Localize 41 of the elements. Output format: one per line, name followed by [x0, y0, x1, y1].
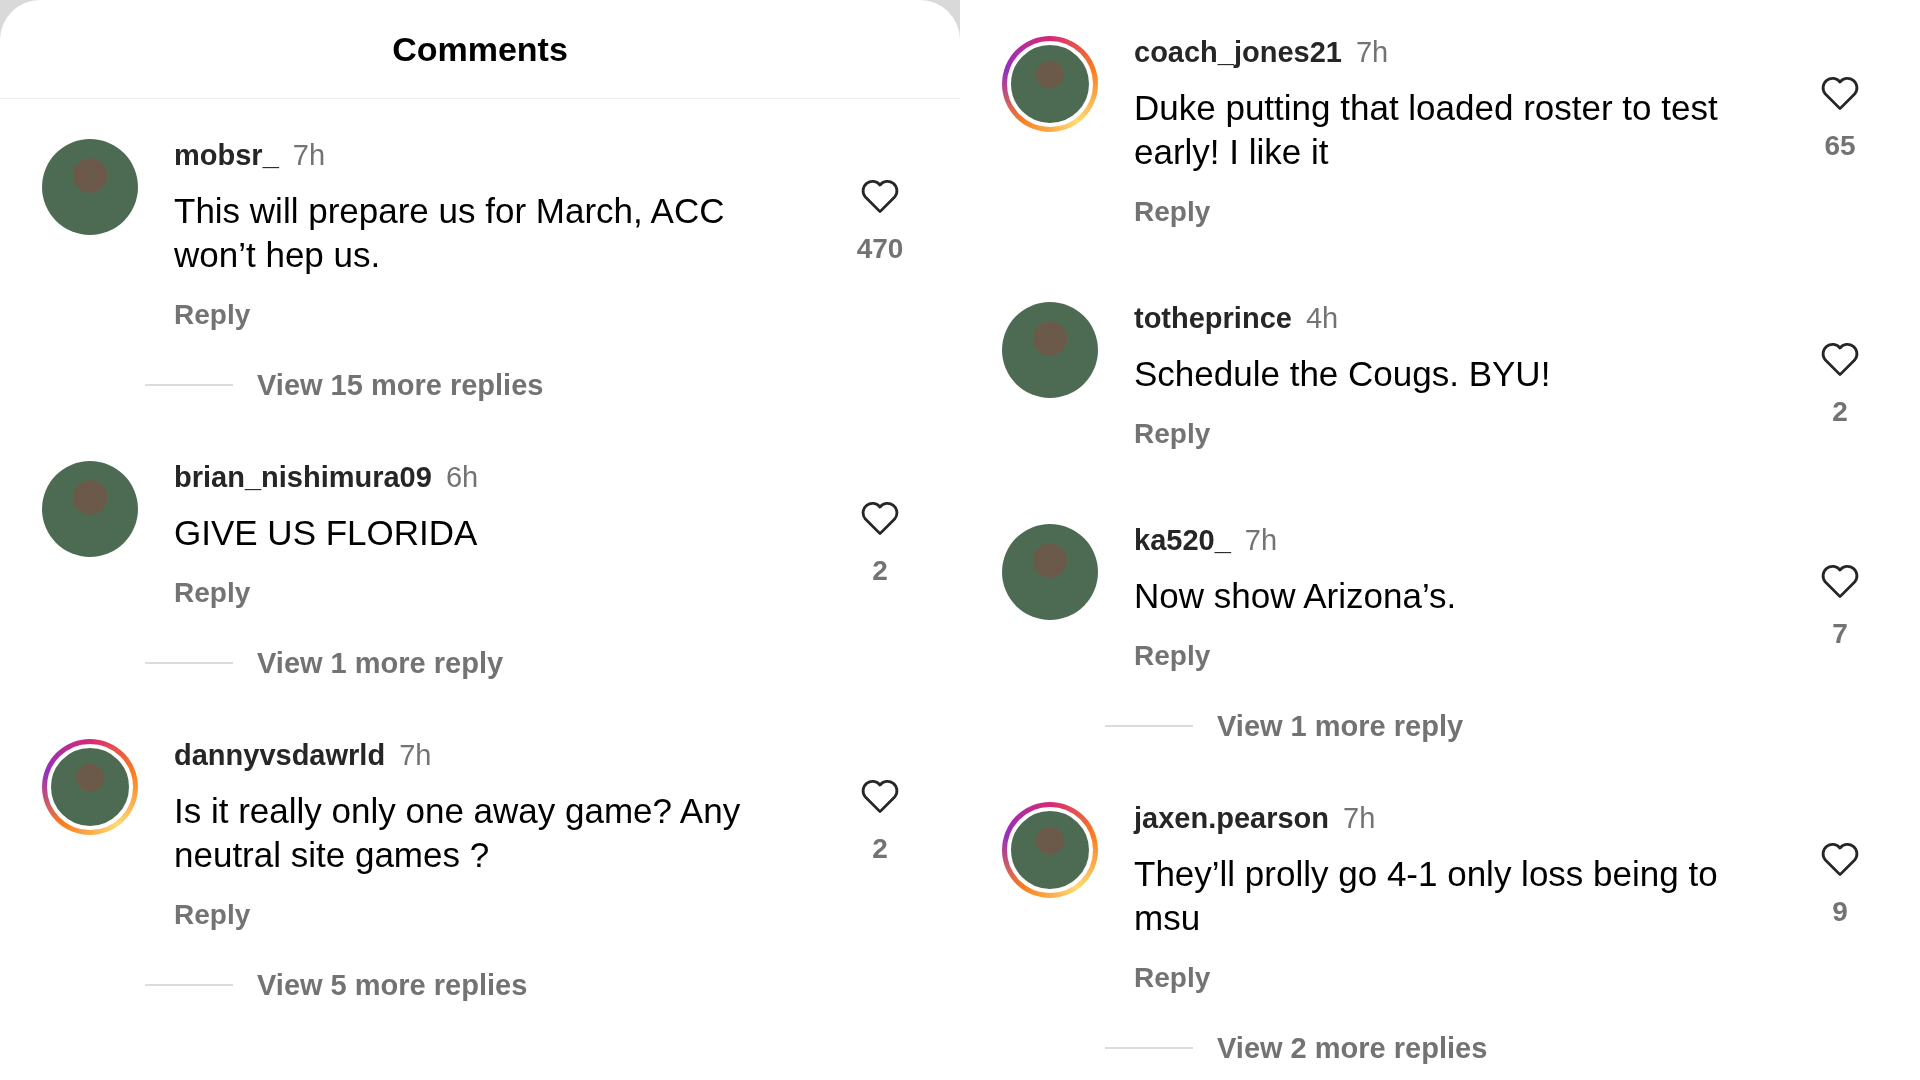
- view-replies-link[interactable]: View 1 more reply: [257, 643, 504, 683]
- view-replies-link[interactable]: View 1 more reply: [1217, 706, 1464, 746]
- comment-time: 4h: [1305, 302, 1339, 335]
- like-count: 7: [1832, 618, 1848, 650]
- comment-text: This will prepare us for March, ACC won’t hep us.: [174, 190, 726, 276]
- like-count: 470: [856, 233, 904, 265]
- comment-text: Now show Arizona’s.: [1134, 575, 1458, 617]
- username[interactable]: ka520_: [1134, 524, 1231, 557]
- reply-button[interactable]: Reply: [1134, 192, 1211, 232]
- reply-button[interactable]: Reply: [1134, 636, 1211, 676]
- view-replies-link[interactable]: View 2 more replies: [1217, 1028, 1488, 1068]
- reply-button[interactable]: Reply: [174, 295, 251, 335]
- comment-text: They’ll prolly go 4-1 only loss being to msu: [1134, 853, 1719, 939]
- view-replies-link[interactable]: View 5 more replies: [257, 965, 528, 1005]
- comment-text: Is it really only one away game? Any neutral site games ?: [174, 790, 742, 876]
- comment-time: 7h: [1244, 524, 1278, 557]
- comment-time: 7h: [1343, 802, 1376, 835]
- comment-time: 7h: [399, 739, 432, 772]
- username[interactable]: totheprince: [1134, 302, 1292, 335]
- username[interactable]: brian_nishimura09: [174, 461, 432, 494]
- username[interactable]: dannyvsdawrld: [174, 739, 386, 772]
- reply-button[interactable]: Reply: [174, 573, 251, 613]
- like-count: 9: [1832, 896, 1848, 928]
- reply-button[interactable]: Reply: [1134, 414, 1211, 454]
- panel-title: Comments: [392, 29, 568, 69]
- username[interactable]: coach_jones21: [1134, 36, 1342, 69]
- comment-time: 6h: [445, 461, 479, 494]
- reply-button[interactable]: Reply: [1134, 958, 1211, 998]
- like-count: 2: [872, 833, 888, 865]
- comment-text: GIVE US FLORIDA: [174, 512, 479, 554]
- like-count: 2: [1832, 396, 1848, 428]
- view-replies-link[interactable]: View 15 more replies: [257, 365, 544, 405]
- comment-time: 7h: [1355, 36, 1389, 69]
- username[interactable]: jaxen.pearson: [1134, 802, 1330, 835]
- comment-text: Duke putting that loaded roster to test early! I like it: [1134, 87, 1719, 173]
- like-count: 2: [872, 555, 888, 587]
- username[interactable]: mobsr_: [174, 139, 279, 172]
- like-count: 65: [1824, 130, 1856, 162]
- comment-time: 7h: [292, 139, 326, 172]
- comment-text: Schedule the Cougs. BYU!: [1134, 353, 1552, 395]
- reply-button[interactable]: Reply: [174, 895, 251, 935]
